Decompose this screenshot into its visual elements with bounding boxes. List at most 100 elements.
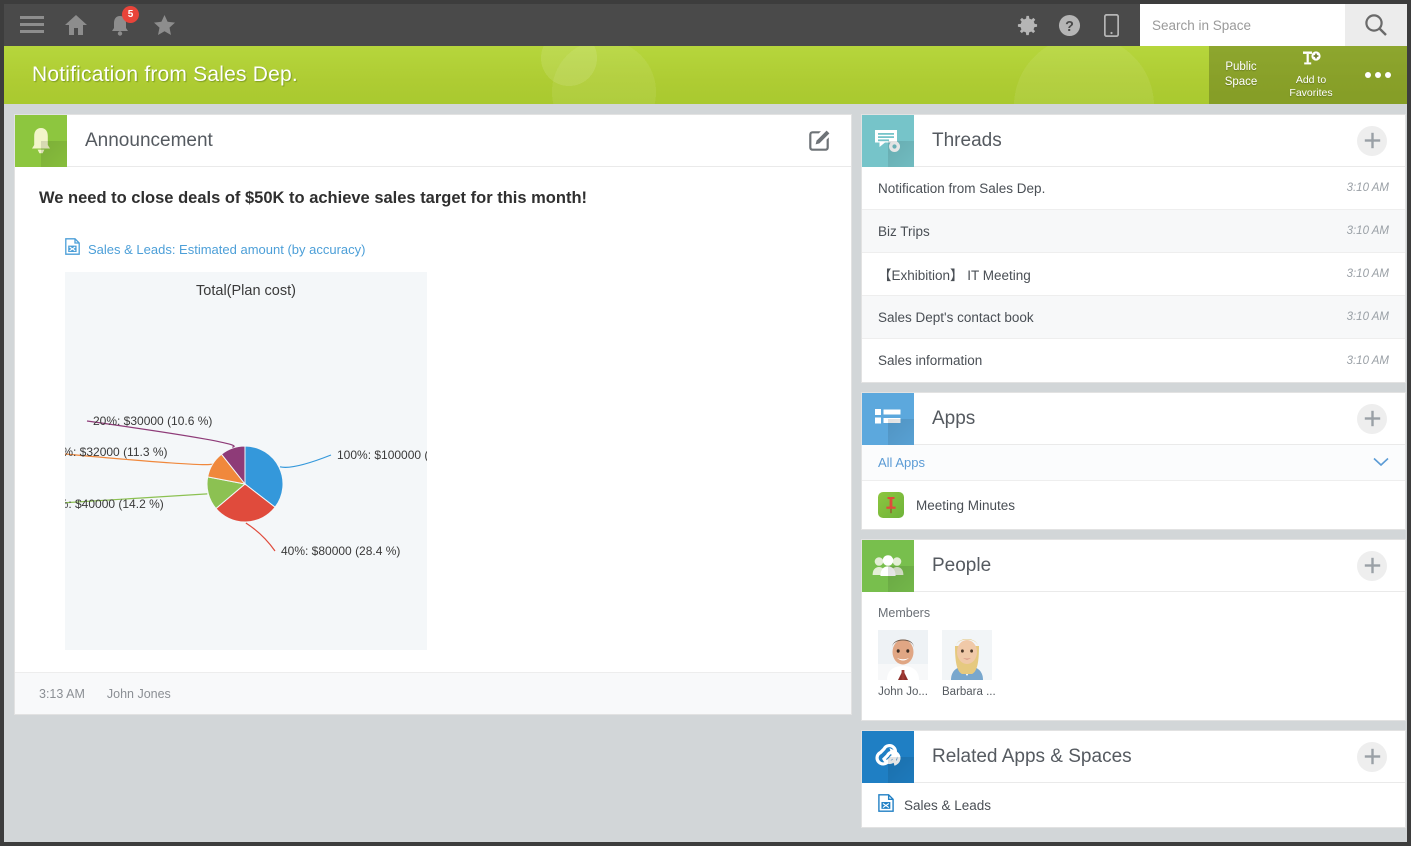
speech-bubble-icon [862,114,914,167]
announcement-card: Announcement We need to close deals of $… [14,114,852,715]
app-row[interactable]: Meeting Minutes [862,481,1405,529]
pie-chart: Total(Plan cost) 100%: $100000 (35.5 %)4… [65,272,427,650]
related-header-actions [1357,741,1405,772]
help-question-icon[interactable]: ? [1048,4,1090,46]
apps-filter-dropdown[interactable]: All Apps [862,445,1405,481]
threads-title: Threads [932,129,1002,151]
add-thread-button[interactable] [1357,125,1387,156]
pie-slice-label: 0%: $40000 (14.2 %) [65,497,164,511]
add-person-button[interactable] [1357,550,1387,581]
member-item[interactable]: Barbara ... [942,630,996,698]
space-type-badge: Public Space [1209,46,1273,104]
notifications-bell-icon[interactable]: 5 [98,4,142,46]
edit-pencil-icon[interactable] [805,127,833,155]
announcement-title: Announcement [85,129,213,151]
chevron-down-icon [1373,454,1389,472]
pin-add-icon [1300,50,1322,72]
thread-time: 3:10 AM [1346,268,1389,280]
people-icon [862,539,914,592]
pie-slice-label: 60%: $32000 (11.3 %) [65,445,168,459]
pie-slice-label: 100%: $100000 (35.5 %) [337,448,427,462]
toolbar-right-group: ? [1006,4,1407,46]
threads-header: Threads [862,114,1405,167]
bell-icon [15,114,67,167]
apps-title: Apps [932,407,976,429]
banner-actions: Public Space Add to Favorites [1209,46,1407,104]
more-dots-icon [1365,72,1391,78]
thread-label: 【Exhibition】 IT Meeting [878,268,1031,283]
spreadsheet-file-icon [65,238,80,260]
top-toolbar: 5 ? [4,4,1407,46]
space-type-line1: Public [1225,61,1257,73]
pie-slice-label: 40%: $80000 (28.4 %) [281,544,400,558]
thread-label: Sales Dept's contact book [878,309,1034,325]
people-header-actions [1357,550,1405,581]
spreadsheet-file-icon [878,793,894,817]
announcement-author: John Jones [106,686,171,701]
announcement-body: We need to close deals of $50K to achiev… [15,167,851,654]
hamburger-icon[interactable] [10,4,54,46]
link-chain-icon [862,730,914,783]
more-options-button[interactable] [1349,46,1407,104]
thread-label: Notification from Sales Dep. [878,180,1046,196]
attachment-label[interactable]: Sales & Leads: Estimated amount (by accu… [88,242,365,257]
threads-list: Notification from Sales Dep. 3:10 AM Biz… [862,167,1405,382]
pie-leader-line [245,522,276,552]
related-title: Related Apps & Spaces [932,745,1132,767]
member-name: Barbara ... [942,686,996,698]
pushpin-icon [878,492,904,518]
app-label: Meeting Minutes [916,497,1016,513]
thread-time: 3:10 AM [1346,354,1389,367]
thread-row[interactable]: Sales Dept's contact book 3:10 AM [862,296,1405,339]
related-label: Sales & Leads [904,797,992,813]
thread-row[interactable]: Notification from Sales Dep. 3:10 AM [862,167,1405,210]
pie-leader-line [279,454,332,468]
thread-row[interactable]: Biz Trips 3:10 AM [862,210,1405,253]
search-button[interactable] [1345,4,1407,46]
add-app-button[interactable] [1357,403,1387,434]
app-window: 5 ? Search in Space Notification from Sa… [0,0,1411,846]
announcement-header-actions [805,127,851,155]
apps-card: Apps All Apps Meeting Minutes [861,392,1406,530]
people-card: People Members John Jo... Barbara ... [861,539,1406,721]
announcement-footer: 3:13 AM John Jones [15,672,851,714]
add-related-button[interactable] [1357,741,1387,772]
thread-row[interactable]: Sales information 3:10 AM [862,339,1405,382]
members-label: Members [878,606,931,620]
announcement-header: Announcement [15,114,851,167]
announcement-time: 3:13 AM [39,686,85,701]
svg-text:?: ? [1065,18,1074,34]
thread-label: Biz Trips [878,223,930,239]
member-item[interactable]: John Jo... [878,630,928,698]
thread-time: 3:10 AM [1346,311,1389,323]
related-card: Related Apps & Spaces Sales & Leads [861,730,1406,828]
apps-header-actions [1357,403,1405,434]
gear-icon[interactable] [1006,4,1048,46]
chart-canvas: 100%: $100000 (35.5 %) 40%: $80000 (28.4 … [65,414,427,558]
threads-header-actions [1357,125,1405,156]
star-icon[interactable] [142,4,186,46]
pie-slice-label: 20%: $30000 (10.6 %) [93,414,212,428]
related-row[interactable]: Sales & Leads [862,783,1405,827]
threads-card: Threads Notification from Sales Dep. 3:1… [861,114,1406,383]
thread-time: 3:10 AM [1346,225,1389,237]
avatar [878,630,928,680]
right-column: Threads Notification from Sales Dep. 3:1… [861,114,1406,837]
attachment-row[interactable]: Sales & Leads: Estimated amount (by accu… [39,238,827,260]
announcement-headline: We need to close deals of $50K to achiev… [39,189,588,207]
space-type-line2: Space [1224,76,1258,88]
favorites-line2: Favorites [1289,86,1333,99]
thread-row[interactable]: 【Exhibition】 IT Meeting 3:10 AM [862,253,1405,296]
left-column: Announcement We need to close deals of $… [14,114,852,724]
people-title: People [932,554,992,576]
member-name: John Jo... [878,686,928,698]
mobile-icon[interactable] [1090,4,1132,46]
main-content: Announcement We need to close deals of $… [4,104,1407,842]
people-header: People [862,539,1405,592]
favorites-line1: Add to [1295,73,1327,86]
search-input[interactable] [1140,4,1345,46]
members-grid: John Jo... Barbara ... [878,630,1389,698]
home-icon[interactable] [54,4,98,46]
add-to-favorites-button[interactable]: Add to Favorites [1273,46,1349,104]
apps-filter-label: All Apps [878,455,925,470]
